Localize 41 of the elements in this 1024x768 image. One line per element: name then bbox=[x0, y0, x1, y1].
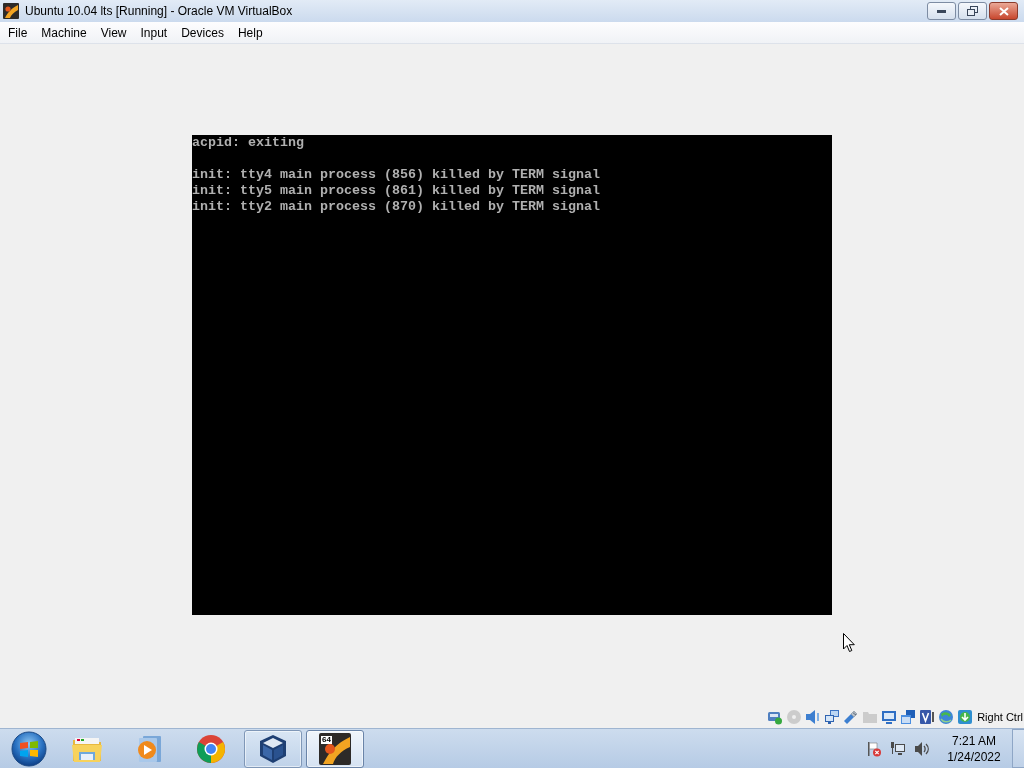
minimize-icon bbox=[937, 9, 946, 13]
console-line: init: tty5 main process (861) killed by TERM signal bbox=[192, 183, 601, 199]
mouse-pointer-icon bbox=[843, 633, 855, 652]
window-title: Ubuntu 10.04 lts [Running] - Oracle VM VirtualBox bbox=[25, 3, 293, 20]
start-orb-icon[interactable] bbox=[11, 730, 47, 767]
restore-icon bbox=[967, 6, 978, 16]
monitors-icon[interactable] bbox=[824, 709, 841, 725]
console-line: acpid: exiting bbox=[192, 135, 305, 151]
tricolor-ring-icon[interactable] bbox=[195, 732, 227, 765]
app-icon bbox=[319, 732, 351, 765]
hard-disk-icon[interactable] bbox=[767, 709, 784, 725]
network-icon[interactable] bbox=[890, 740, 906, 757]
menu-item[interactable]: Input bbox=[133, 22, 175, 43]
minimize-button[interactable] bbox=[927, 2, 956, 20]
speaker-icon[interactable] bbox=[805, 709, 822, 725]
close-icon bbox=[998, 6, 1009, 16]
monitor-icon[interactable] bbox=[881, 709, 898, 725]
close-button[interactable] bbox=[989, 2, 1018, 20]
app-icon bbox=[3, 3, 19, 19]
menu-item[interactable]: View bbox=[93, 22, 134, 43]
host-key-label: Right Ctrl bbox=[977, 709, 1023, 725]
menu-item[interactable]: Devices bbox=[174, 22, 231, 43]
menu-item[interactable]: Help bbox=[230, 22, 270, 43]
arrow-tile-icon[interactable] bbox=[957, 709, 974, 725]
cube-icon bbox=[257, 732, 289, 765]
chip-icon[interactable] bbox=[919, 709, 936, 725]
architecture-label: 64 bbox=[321, 735, 332, 744]
menu-item[interactable]: File bbox=[1, 22, 35, 43]
taskbar-button[interactable] bbox=[244, 729, 302, 768]
console-line: init: tty4 main process (856) killed by TERM signal bbox=[192, 167, 601, 183]
restore-button[interactable] bbox=[958, 2, 987, 20]
globe-icon[interactable] bbox=[938, 709, 955, 725]
menu-item[interactable]: Machine bbox=[34, 22, 94, 43]
taskbar-button[interactable]: 64 bbox=[306, 729, 364, 768]
clock-date[interactable]: 1/24/2022 bbox=[947, 748, 1001, 765]
console-line: init: tty2 main process (870) killed by TERM signal bbox=[192, 199, 601, 215]
clock-time[interactable]: 7:21 AM bbox=[952, 732, 996, 749]
flag-icon[interactable] bbox=[866, 740, 882, 757]
usb-stick-icon[interactable] bbox=[843, 709, 860, 725]
stacked-windows-icon[interactable] bbox=[900, 709, 917, 725]
speaker-icon[interactable] bbox=[914, 740, 930, 757]
